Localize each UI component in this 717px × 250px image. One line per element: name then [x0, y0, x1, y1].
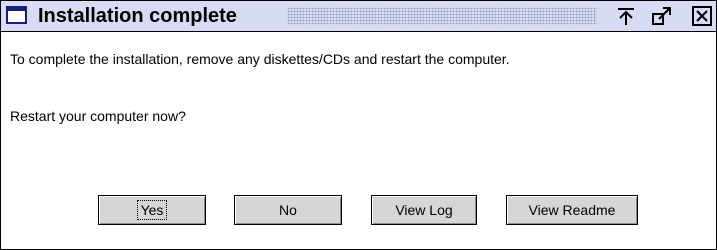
restart-question: Restart your computer now?	[10, 108, 186, 124]
view-log-button[interactable]: View Log	[371, 195, 477, 225]
view-readme-button-label: View Readme	[528, 202, 616, 218]
window-title: Installation complete	[38, 5, 237, 27]
no-button[interactable]: No	[234, 195, 342, 225]
title-bar[interactable]: Installation complete	[1, 1, 716, 32]
view-readme-button[interactable]: View Readme	[506, 195, 638, 225]
yes-button[interactable]: Yes	[98, 195, 206, 225]
minimize-icon[interactable]	[615, 5, 637, 27]
title-bar-pattern	[287, 7, 597, 25]
view-log-button-label: View Log	[395, 202, 453, 218]
instruction-text: To complete the installation, remove any…	[10, 51, 510, 67]
installation-dialog: Installation complete To complete the in…	[0, 0, 717, 250]
restore-icon[interactable]	[651, 5, 673, 27]
window-menu-icon[interactable]	[6, 6, 27, 24]
no-button-label: No	[279, 202, 297, 218]
close-icon[interactable]	[691, 5, 713, 27]
yes-button-label: Yes	[136, 200, 168, 220]
